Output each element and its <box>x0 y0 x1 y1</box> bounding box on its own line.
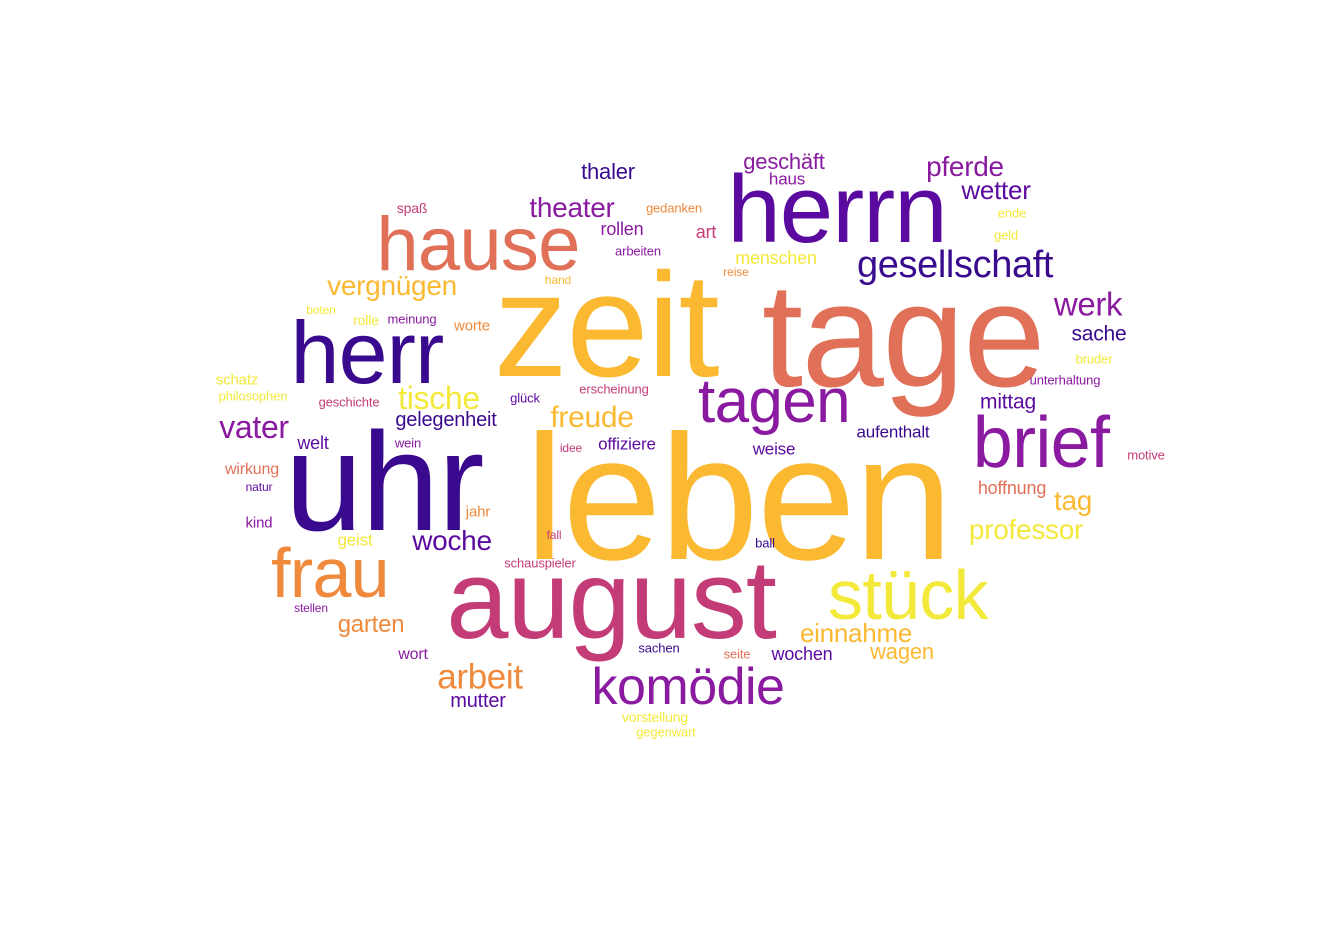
word: jahr <box>465 503 491 521</box>
word: ende <box>997 205 1027 221</box>
word: erscheinung <box>579 381 649 397</box>
word: natur <box>245 480 273 494</box>
word: mutter <box>450 690 506 712</box>
word: worte <box>454 317 490 335</box>
word: wagen <box>870 639 934 664</box>
word: professor <box>968 514 1084 545</box>
word: freude <box>550 401 634 434</box>
word: rolle <box>353 312 379 328</box>
word: meinung <box>387 311 437 327</box>
word: vater <box>219 409 289 445</box>
word: stellen <box>294 601 328 615</box>
word: theater <box>529 192 615 223</box>
word: weise <box>752 439 796 459</box>
word: wirkung <box>224 461 280 478</box>
word: geschichte <box>318 394 380 410</box>
word: unterhaltung <box>1029 372 1101 388</box>
word: august <box>446 537 777 662</box>
word: sachen <box>638 640 680 656</box>
word: vorstellung <box>621 709 689 725</box>
word: ball <box>755 535 775 551</box>
word: sache <box>1071 322 1127 346</box>
word: spaß <box>396 200 428 216</box>
word: wochen <box>771 644 833 664</box>
word: thaler <box>581 159 635 184</box>
word: mittag <box>980 390 1036 414</box>
word: wort <box>398 646 428 663</box>
word: boten <box>306 303 336 317</box>
word: garten <box>337 611 405 638</box>
word: seite <box>723 646 751 662</box>
word: fall <box>546 528 562 542</box>
word: gedanken <box>645 200 703 216</box>
word: aufenthalt <box>856 422 930 442</box>
word: schauspieler <box>504 555 576 571</box>
word: offiziere <box>598 434 656 454</box>
word: tag <box>1053 485 1093 516</box>
word: vergnügen <box>327 270 457 301</box>
word: haus <box>768 169 806 189</box>
word: kind <box>245 514 273 532</box>
word: werk <box>1053 285 1123 323</box>
word: schatz <box>215 371 259 389</box>
word: motive <box>1127 447 1165 463</box>
word: tagen <box>697 367 851 436</box>
word: art <box>695 222 717 242</box>
word: wetter <box>961 175 1031 205</box>
word: wein <box>394 435 422 451</box>
word: welt <box>297 433 329 453</box>
word: geld <box>993 227 1019 243</box>
word: rollen <box>600 219 644 239</box>
word: philosophen <box>218 388 288 404</box>
word: gegenwart <box>636 724 696 740</box>
word: bruder <box>1075 351 1113 367</box>
word: reise <box>723 265 749 279</box>
word: gesellschaft <box>856 244 1054 286</box>
word: gelegenheit <box>395 409 497 431</box>
word-cloud: leben zeit tage uhr august herrn herr ha… <box>0 0 1334 945</box>
word: komödie <box>591 658 785 716</box>
word: idee <box>559 441 583 455</box>
word: arbeiten <box>615 243 661 259</box>
word: hoffnung <box>977 478 1047 498</box>
word: glück <box>510 390 540 406</box>
word: woche <box>412 525 492 556</box>
word: hand <box>544 273 572 287</box>
word: brief <box>972 403 1110 483</box>
word: geist <box>337 530 373 550</box>
